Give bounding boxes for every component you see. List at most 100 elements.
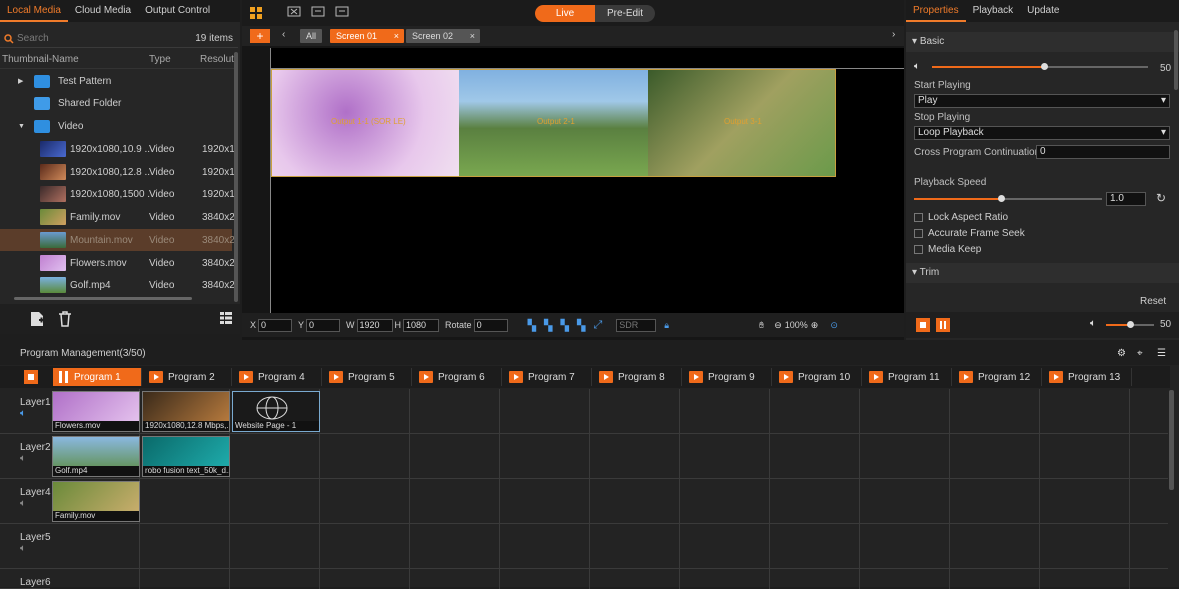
lock-aspect-checkbox[interactable]: Lock Aspect Ratio bbox=[914, 212, 1008, 223]
add-screen-button[interactable]: + bbox=[250, 29, 270, 43]
start-playing-select[interactable]: Play ▾ bbox=[914, 94, 1170, 108]
fullscreen-icon[interactable]: ⤢ bbox=[593, 319, 602, 332]
speed-slider-track[interactable] bbox=[1002, 198, 1102, 200]
program-tab[interactable]: Program 2 bbox=[143, 368, 232, 386]
expand-arrow-icon[interactable]: ▶ bbox=[18, 77, 23, 85]
tab-cloud-media[interactable]: Cloud Media bbox=[68, 0, 138, 22]
bring-forward-icon[interactable]: ▚ bbox=[544, 319, 552, 332]
program-tab[interactable]: Program 8 bbox=[593, 368, 682, 386]
height-input[interactable]: 1080 bbox=[403, 318, 440, 332]
media-keep-checkbox[interactable]: Media Keep bbox=[914, 244, 981, 255]
tab-properties[interactable]: Properties bbox=[906, 0, 966, 22]
media-item[interactable]: 1920x1080,10.9 ... Video 1920x1... bbox=[0, 138, 236, 160]
send-backward-icon[interactable]: ▚ bbox=[561, 319, 569, 332]
media-item[interactable]: Flowers.mov Video 3840x2... bbox=[0, 252, 236, 274]
cross-program-input[interactable]: 0 bbox=[1036, 145, 1170, 159]
fit-icon[interactable]: ⊙ bbox=[830, 320, 838, 331]
speed-slider-handle[interactable] bbox=[998, 195, 1005, 202]
program-tab-active[interactable]: Program 1 bbox=[53, 368, 142, 386]
screen-tab-02[interactable]: Screen 02 × bbox=[406, 29, 480, 43]
program-tab[interactable]: Program 6 bbox=[413, 368, 502, 386]
close-icon[interactable]: × bbox=[394, 29, 399, 43]
preedit-button[interactable]: Pre-Edit bbox=[595, 5, 655, 22]
add-file-icon[interactable] bbox=[30, 311, 44, 327]
lock-icon[interactable]: 🔒︎ bbox=[664, 320, 669, 331]
mute-icon[interactable]: 🔈︎ bbox=[20, 498, 26, 509]
mute-icon[interactable]: 🔈︎ bbox=[20, 543, 26, 554]
col-type[interactable]: Type bbox=[149, 54, 171, 65]
ftb-icon[interactable] bbox=[335, 6, 349, 18]
clip-video[interactable]: 1920x1080,12.8 Mbps,... bbox=[142, 391, 230, 432]
stop-button[interactable] bbox=[916, 318, 930, 332]
col-thumbnail-name[interactable]: Thumbnail-Name bbox=[2, 54, 79, 65]
screen-tab-01[interactable]: Screen 01 × bbox=[330, 29, 404, 43]
screen-tab-all[interactable]: All bbox=[300, 29, 323, 43]
folder-video[interactable]: ▼ Video bbox=[0, 115, 232, 137]
tab-local-media[interactable]: Local Media bbox=[0, 0, 68, 22]
media-item-selected[interactable]: Mountain.mov Video 3840x2... bbox=[0, 229, 236, 251]
stop-playing-select[interactable]: Loop Playback ▾ bbox=[914, 126, 1170, 140]
program-tab[interactable]: Program 9 bbox=[683, 368, 772, 386]
send-back-icon[interactable]: ▚ bbox=[577, 319, 585, 332]
chevron-left-icon[interactable]: ‹ bbox=[282, 29, 285, 40]
layer-row-label[interactable]: Layer1 🔈︎ bbox=[0, 389, 51, 434]
pin-icon[interactable]: ⌖ bbox=[1137, 342, 1143, 365]
bring-front-icon[interactable]: ▚ bbox=[528, 319, 536, 332]
width-input[interactable]: 1920 bbox=[356, 318, 393, 332]
volume-icon[interactable]: 🔈︎ bbox=[1090, 318, 1096, 329]
program-tab[interactable]: Program 13 bbox=[1043, 368, 1132, 386]
reset-button[interactable]: Reset bbox=[1140, 296, 1166, 307]
mute-icon[interactable]: 🔈︎ bbox=[20, 453, 26, 464]
mini-volume-handle[interactable] bbox=[1127, 321, 1134, 328]
zoom-out-icon[interactable]: ⊖ bbox=[774, 320, 782, 331]
reset-speed-icon[interactable]: ↻ bbox=[1156, 191, 1166, 205]
chevron-right-icon[interactable]: › bbox=[892, 29, 895, 40]
accurate-seek-checkbox[interactable]: Accurate Frame Seek bbox=[914, 228, 1025, 239]
layer-row-label[interactable]: Layer4 🔈︎ bbox=[0, 479, 51, 524]
settings-icon[interactable]: ⚙ bbox=[1117, 342, 1126, 365]
program-tab[interactable]: Program 11 bbox=[863, 368, 952, 386]
collapse-arrow-icon[interactable]: ▼ bbox=[18, 123, 25, 130]
media-item[interactable]: Golf.mp4 Video 3840x2... bbox=[0, 274, 236, 296]
delete-icon[interactable] bbox=[58, 311, 72, 327]
pause-button[interactable] bbox=[936, 318, 950, 332]
program-tab[interactable]: Program 12 bbox=[953, 368, 1042, 386]
folder-shared[interactable]: Shared Folder bbox=[0, 92, 232, 114]
clip-golf[interactable]: Golf.mp4 bbox=[52, 436, 140, 477]
list-view-icon[interactable]: ☰ bbox=[1157, 342, 1166, 365]
zoom-in-icon[interactable]: ⊕ bbox=[811, 320, 819, 331]
hand-icon[interactable]: ✋︎ bbox=[759, 320, 764, 331]
layout-grid-icon[interactable] bbox=[250, 7, 262, 19]
layer-row-label[interactable]: Layer5 🔈︎ bbox=[0, 524, 51, 569]
layer-row-label[interactable]: Layer2 🔈︎ bbox=[0, 434, 51, 479]
media-item[interactable]: Family.mov Video 3840x2... bbox=[0, 206, 236, 228]
program-tab[interactable]: Program 7 bbox=[503, 368, 592, 386]
program-tab[interactable]: Program 10 bbox=[773, 368, 862, 386]
folder-test-pattern[interactable]: ▶ Test Pattern bbox=[0, 70, 232, 92]
speed-input[interactable]: 1.0 bbox=[1106, 192, 1146, 206]
clip-website[interactable]: Website Page - 1 bbox=[232, 391, 320, 432]
volume-slider-track[interactable] bbox=[1044, 66, 1148, 68]
section-basic[interactable]: ▾ Basic bbox=[906, 32, 1179, 52]
preview-canvas[interactable]: Output 1-1 (SOR LE) Output 2-1 Output 3-… bbox=[270, 48, 904, 313]
properties-scrollbar[interactable] bbox=[1174, 30, 1178, 90]
text-screen-icon[interactable] bbox=[311, 6, 325, 18]
clip-flowers[interactable]: Flowers.mov bbox=[52, 391, 140, 432]
clip-robo-text[interactable]: robo fusion text_50k_d... bbox=[142, 436, 230, 477]
speaker-icon[interactable]: 🔈︎ bbox=[20, 408, 26, 419]
media-item[interactable]: 1920x1080,1500 ... Video 1920x1... bbox=[0, 183, 236, 205]
vertical-scrollbar[interactable] bbox=[234, 52, 238, 302]
list-view-icon[interactable] bbox=[220, 312, 232, 324]
program-tab[interactable]: Program 5 bbox=[323, 368, 412, 386]
live-button[interactable]: Live bbox=[535, 5, 595, 22]
tab-update[interactable]: Update bbox=[1020, 0, 1066, 22]
tab-playback[interactable]: Playback bbox=[966, 0, 1021, 22]
y-input[interactable]: 0 bbox=[306, 318, 341, 332]
x-input[interactable]: 0 bbox=[258, 318, 293, 332]
clip-family[interactable]: Family.mov bbox=[52, 481, 140, 522]
volume-icon[interactable]: 🔈︎ bbox=[914, 61, 920, 72]
tab-output-control[interactable]: Output Control bbox=[138, 0, 217, 22]
search-input[interactable]: Search 19 items bbox=[0, 30, 238, 48]
sdr-select[interactable]: SDR bbox=[616, 318, 657, 332]
section-trim[interactable]: ▾ Trim bbox=[906, 263, 1179, 283]
